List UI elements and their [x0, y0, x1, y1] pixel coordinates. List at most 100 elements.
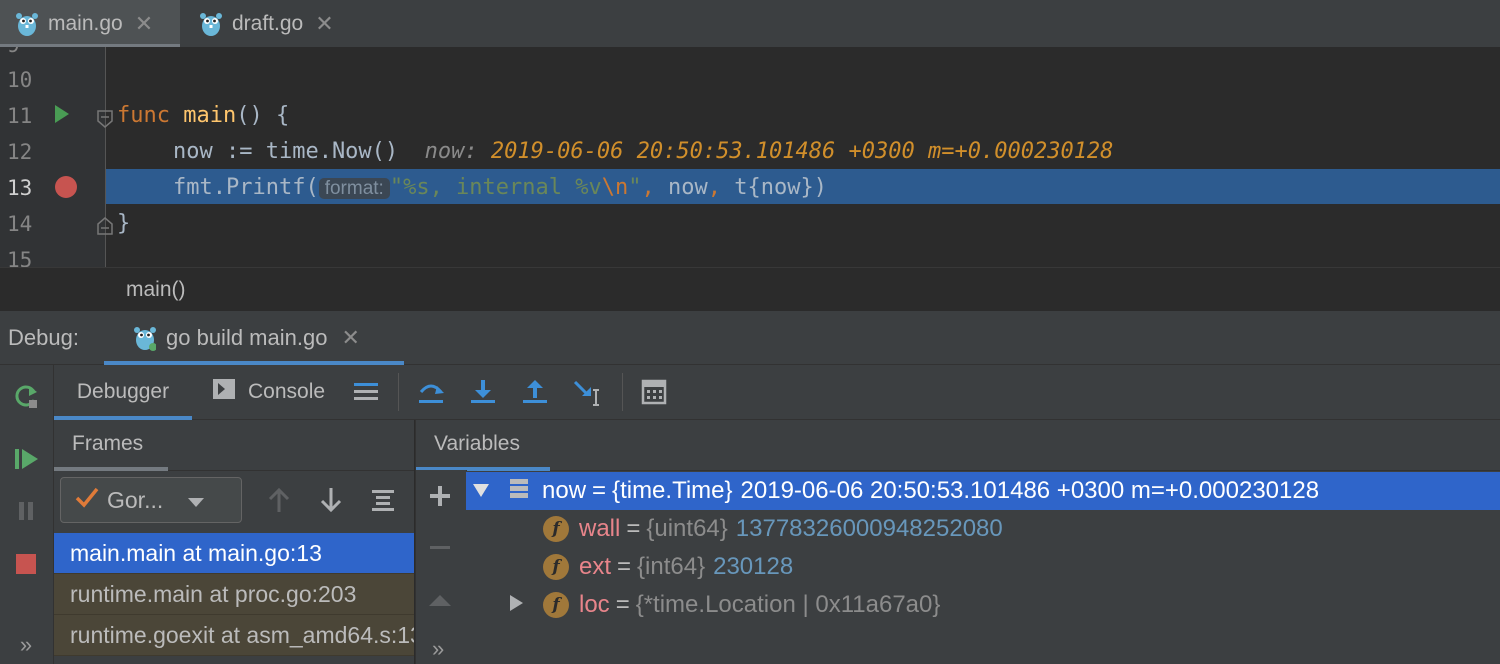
fold-icon[interactable] — [97, 217, 113, 240]
more-actions-icon[interactable]: » — [432, 636, 444, 662]
run-config-tab[interactable]: go build main.go ✕ — [104, 311, 404, 365]
collapsed-arrow-icon[interactable] — [508, 591, 524, 619]
variable-row-ext[interactable]: f ext = {int64} 230128 — [466, 548, 1500, 586]
gopher-debug-icon — [134, 325, 157, 351]
layout-menu-icon[interactable] — [349, 375, 383, 409]
debug-side-toolbar: » — [0, 365, 54, 664]
step-into-icon[interactable] — [466, 375, 500, 409]
stop-icon[interactable] — [10, 548, 42, 580]
line-number: 13 — [7, 176, 33, 200]
variable-name: wall — [579, 515, 621, 542]
code-line-12: now := time.Now() now: 2019-06-06 20:50:… — [173, 139, 1113, 164]
variable-equals: = — [592, 477, 607, 504]
field-icon: f — [543, 592, 569, 618]
frames-header: Frames — [54, 420, 414, 471]
variable-value: 2019-06-06 20:50:53.101486 +0300 m=+0.00… — [740, 477, 1320, 504]
variable-type: {time.Time} — [612, 477, 733, 504]
goroutine-select[interactable]: Gor... — [60, 477, 242, 523]
keyword: func — [117, 103, 170, 128]
code-text: , — [707, 175, 721, 200]
variable-value: 13778326000948252080 — [735, 515, 1003, 542]
variable-row-now[interactable]: now = {time.Time} 2019-06-06 20:50:53.10… — [466, 472, 1500, 510]
filter-frames-icon[interactable] — [370, 488, 396, 519]
variable-name: ext — [579, 553, 612, 580]
variable-value: 230128 — [713, 553, 794, 580]
tab-draft-go[interactable]: draft.go ✕ — [200, 0, 334, 47]
frame-up-icon[interactable] — [266, 486, 292, 519]
variable-type: {uint64} — [646, 515, 728, 542]
variable-type: {int64} — [637, 553, 706, 580]
string-literal: " — [628, 175, 642, 200]
code-text: () { — [236, 103, 290, 128]
variables-toolbar: » — [415, 470, 467, 664]
debug-label: Debug: — [8, 325, 79, 350]
run-to-cursor-icon[interactable] — [570, 375, 604, 409]
more-actions-icon[interactable]: » — [10, 629, 42, 661]
close-icon[interactable]: ✕ — [135, 11, 153, 37]
tab-main-go[interactable]: main.go ✕ — [0, 0, 180, 48]
code-line-11: func main() { — [117, 103, 289, 128]
check-icon — [75, 486, 99, 514]
rerun-icon[interactable] — [10, 380, 42, 412]
variables-tree: now = {time.Time} 2019-06-06 20:50:53.10… — [466, 471, 1500, 664]
goroutine-value: Gor... — [107, 486, 164, 513]
string-literal: "%s, internal %v — [389, 175, 602, 200]
code-text: } — [117, 211, 131, 236]
chevron-down-icon — [187, 487, 205, 514]
struct-icon — [508, 477, 530, 506]
breakpoint-icon[interactable] — [54, 175, 78, 204]
expanded-arrow-icon[interactable] — [472, 477, 490, 505]
frames-list: main.main at main.go:13 runtime.main at … — [54, 533, 414, 656]
gopher-icon — [200, 11, 222, 37]
step-over-icon[interactable] — [414, 375, 448, 409]
console-icon — [212, 378, 236, 406]
variable-row-wall[interactable]: f wall = {uint64} 13778326000948252080 — [466, 510, 1500, 548]
tab-label: Console — [248, 380, 326, 403]
debug-tool-window-header: Debug: go build main.go ✕ — [0, 311, 1500, 365]
line-number: 12 — [7, 140, 33, 164]
variable-equals: = — [615, 591, 630, 618]
frame-item[interactable]: main.main at main.go:13 — [54, 533, 414, 574]
tab-debugger[interactable]: Debugger — [54, 365, 192, 420]
add-watch-icon[interactable] — [428, 484, 452, 513]
variable-row-loc[interactable]: f loc = {*time.Location | 0x11a67a0} — [466, 586, 1500, 624]
escape-sequence: \n — [601, 175, 629, 200]
breadcrumb-item[interactable]: main() — [126, 278, 186, 302]
tab-label: draft.go — [232, 11, 304, 35]
code-line-13: fmt.Printf(format: "%s, internal %v\n", n… — [173, 175, 827, 200]
frame-item[interactable]: runtime.goexit at asm_amd64.s:1357 — [54, 615, 414, 656]
code-text: now — [654, 175, 708, 200]
line-number: 11 — [7, 104, 33, 128]
code-editor[interactable]: 9 10 11 12 13 14 15 func main() { now :=… — [0, 47, 1500, 267]
line-number: 9 — [7, 47, 20, 57]
step-out-icon[interactable] — [518, 375, 552, 409]
line-number: 15 — [7, 248, 33, 267]
frames-title[interactable]: Frames — [72, 432, 143, 456]
inline-value-label: now: — [424, 139, 478, 164]
line-number: 10 — [7, 68, 33, 92]
frame-item[interactable]: runtime.main at proc.go:203 — [54, 574, 414, 615]
pause-icon[interactable] — [10, 495, 42, 527]
inline-value: 2019-06-06 20:50:53.101486 +0300 m=+0.00… — [490, 139, 1114, 164]
tab-console[interactable]: Console — [212, 365, 325, 419]
code-line-14: } — [117, 211, 130, 236]
frame-down-icon[interactable] — [318, 486, 344, 519]
code-text: fmt.Printf( — [173, 175, 319, 200]
remove-watch-icon[interactable] — [428, 536, 452, 565]
variables-header: Variables — [415, 420, 1500, 471]
close-icon[interactable]: ✕ — [315, 11, 333, 37]
variable-name: now — [542, 477, 587, 504]
parameter-hint: format: — [318, 178, 390, 199]
breadcrumb: main() — [0, 267, 1500, 312]
debugger-toolbar: Debugger Console — [54, 365, 1500, 420]
fold-icon[interactable] — [97, 110, 113, 133]
run-gutter-icon[interactable] — [54, 104, 70, 129]
variables-title[interactable]: Variables — [434, 432, 520, 456]
resume-icon[interactable] — [10, 443, 42, 475]
tab-label: Debugger — [76, 380, 170, 403]
calculator-icon[interactable] — [637, 375, 671, 409]
frames-panel: Frames Gor... main.main at main.go:13 ru… — [54, 420, 414, 664]
move-up-icon[interactable] — [428, 588, 452, 617]
close-icon[interactable]: ✕ — [341, 325, 359, 351]
tab-label: main.go — [48, 11, 123, 35]
